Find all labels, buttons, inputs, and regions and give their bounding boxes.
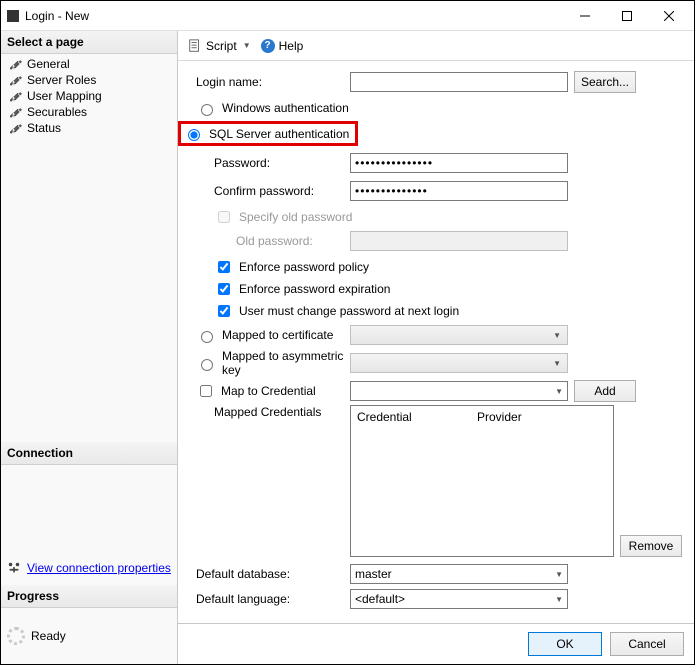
wrench-icon — [9, 105, 23, 119]
titlebar: Login - New — [1, 1, 694, 31]
page-item-label: Securables — [27, 105, 87, 119]
specify-old-password-label: Specify old password — [239, 210, 352, 224]
mapped-certificate-label: Mapped to certificate — [222, 328, 333, 342]
mapped-credentials-table[interactable]: Credential Provider — [350, 405, 614, 557]
search-button[interactable]: Search... — [574, 71, 636, 93]
script-dropdown[interactable]: Script ▼ — [188, 39, 251, 53]
help-button[interactable]: ? Help — [261, 39, 304, 53]
close-button[interactable] — [648, 1, 690, 31]
must-change-checkbox[interactable] — [218, 305, 230, 317]
window-title: Login - New — [25, 9, 89, 23]
password-input[interactable] — [350, 153, 568, 173]
provider-column-header: Provider — [477, 410, 522, 424]
default-language-select[interactable]: <default> ▼ — [350, 589, 568, 609]
enforce-policy-label: Enforce password policy — [239, 260, 369, 274]
content: Login name: Search... Windows authentica… — [178, 61, 694, 623]
chevron-down-icon: ▼ — [243, 41, 251, 50]
page-item-label: General — [27, 57, 70, 71]
progress-header: Progress — [1, 585, 177, 608]
credential-column-header: Credential — [357, 410, 477, 424]
page-item-label: User Mapping — [27, 89, 102, 103]
mapped-credentials-label: Mapped Credentials — [196, 405, 350, 419]
default-database-label: Default database: — [196, 567, 350, 581]
old-password-label: Old password: — [196, 234, 350, 248]
default-language-label: Default language: — [196, 592, 350, 606]
default-language-value: <default> — [355, 592, 405, 606]
mapped-certificate-radio[interactable] — [201, 331, 213, 343]
remove-button[interactable]: Remove — [620, 535, 682, 557]
login-name-label: Login name: — [196, 75, 350, 89]
page-item-general[interactable]: General — [5, 56, 175, 72]
help-icon: ? — [261, 39, 275, 53]
confirm-password-label: Confirm password: — [196, 184, 350, 198]
page-item-status[interactable]: Status — [5, 120, 175, 136]
progress-status: Ready — [31, 629, 66, 643]
page-item-server-roles[interactable]: Server Roles — [5, 72, 175, 88]
password-label: Password: — [196, 156, 350, 170]
cancel-button[interactable]: Cancel — [610, 632, 684, 656]
specify-old-password-checkbox — [218, 211, 230, 223]
enforce-policy-checkbox[interactable] — [218, 261, 230, 273]
select-page-header: Select a page — [1, 31, 177, 54]
sidebar: Select a page General Server Roles User … — [1, 31, 178, 664]
page-item-label: Status — [27, 121, 61, 135]
maximize-button[interactable] — [606, 1, 648, 31]
page-item-user-mapping[interactable]: User Mapping — [5, 88, 175, 104]
wrench-icon — [9, 89, 23, 103]
map-credential-checkbox[interactable] — [200, 385, 212, 397]
progress-spinner-icon — [7, 627, 25, 645]
page-item-label: Server Roles — [27, 73, 96, 87]
chevron-down-icon: ▼ — [555, 570, 563, 579]
old-password-input — [350, 231, 568, 251]
page-item-securables[interactable]: Securables — [5, 104, 175, 120]
view-connection-properties-link[interactable]: View connection properties — [27, 561, 171, 575]
confirm-password-input[interactable] — [350, 181, 568, 201]
enforce-expiration-checkbox[interactable] — [218, 283, 230, 295]
windows-auth-radio[interactable] — [201, 104, 213, 116]
sql-auth-label: SQL Server authentication — [209, 127, 349, 141]
default-database-select[interactable]: master ▼ — [350, 564, 568, 584]
enforce-expiration-label: Enforce password expiration — [239, 282, 390, 296]
sql-auth-radio[interactable] — [188, 129, 200, 141]
app-icon — [7, 10, 19, 22]
default-database-value: master — [355, 567, 392, 581]
windows-auth-label: Windows authentication — [222, 101, 349, 115]
chevron-down-icon: ▼ — [553, 331, 561, 340]
minimize-button[interactable] — [564, 1, 606, 31]
dialog-buttons: OK Cancel — [178, 623, 694, 664]
chevron-down-icon: ▼ — [555, 595, 563, 604]
connection-header: Connection — [1, 442, 177, 465]
must-change-label: User must change password at next login — [239, 304, 459, 318]
help-label: Help — [279, 39, 304, 53]
wrench-icon — [9, 121, 23, 135]
connection-icon — [7, 561, 21, 575]
wrench-icon — [9, 73, 23, 87]
chevron-down-icon: ▼ — [555, 387, 563, 396]
mapped-asymmetric-label: Mapped to asymmetric key — [222, 349, 350, 377]
mapped-asymmetric-radio[interactable] — [201, 359, 213, 371]
credential-select[interactable]: ▼ — [350, 381, 568, 401]
ok-button[interactable]: OK — [528, 632, 602, 656]
wrench-icon — [9, 57, 23, 71]
login-name-input[interactable] — [350, 72, 568, 92]
chevron-down-icon: ▼ — [553, 359, 561, 368]
page-list: General Server Roles User Mapping Secura… — [1, 54, 177, 142]
toolbar: Script ▼ ? Help — [178, 31, 694, 61]
script-icon — [188, 39, 202, 53]
certificate-select[interactable]: ▼ — [350, 325, 568, 345]
script-label: Script — [206, 39, 237, 53]
add-button[interactable]: Add — [574, 380, 636, 402]
map-credential-label: Map to Credential — [221, 384, 316, 398]
sql-auth-highlight: SQL Server authentication — [178, 121, 358, 146]
asymmetric-key-select[interactable]: ▼ — [350, 353, 568, 373]
